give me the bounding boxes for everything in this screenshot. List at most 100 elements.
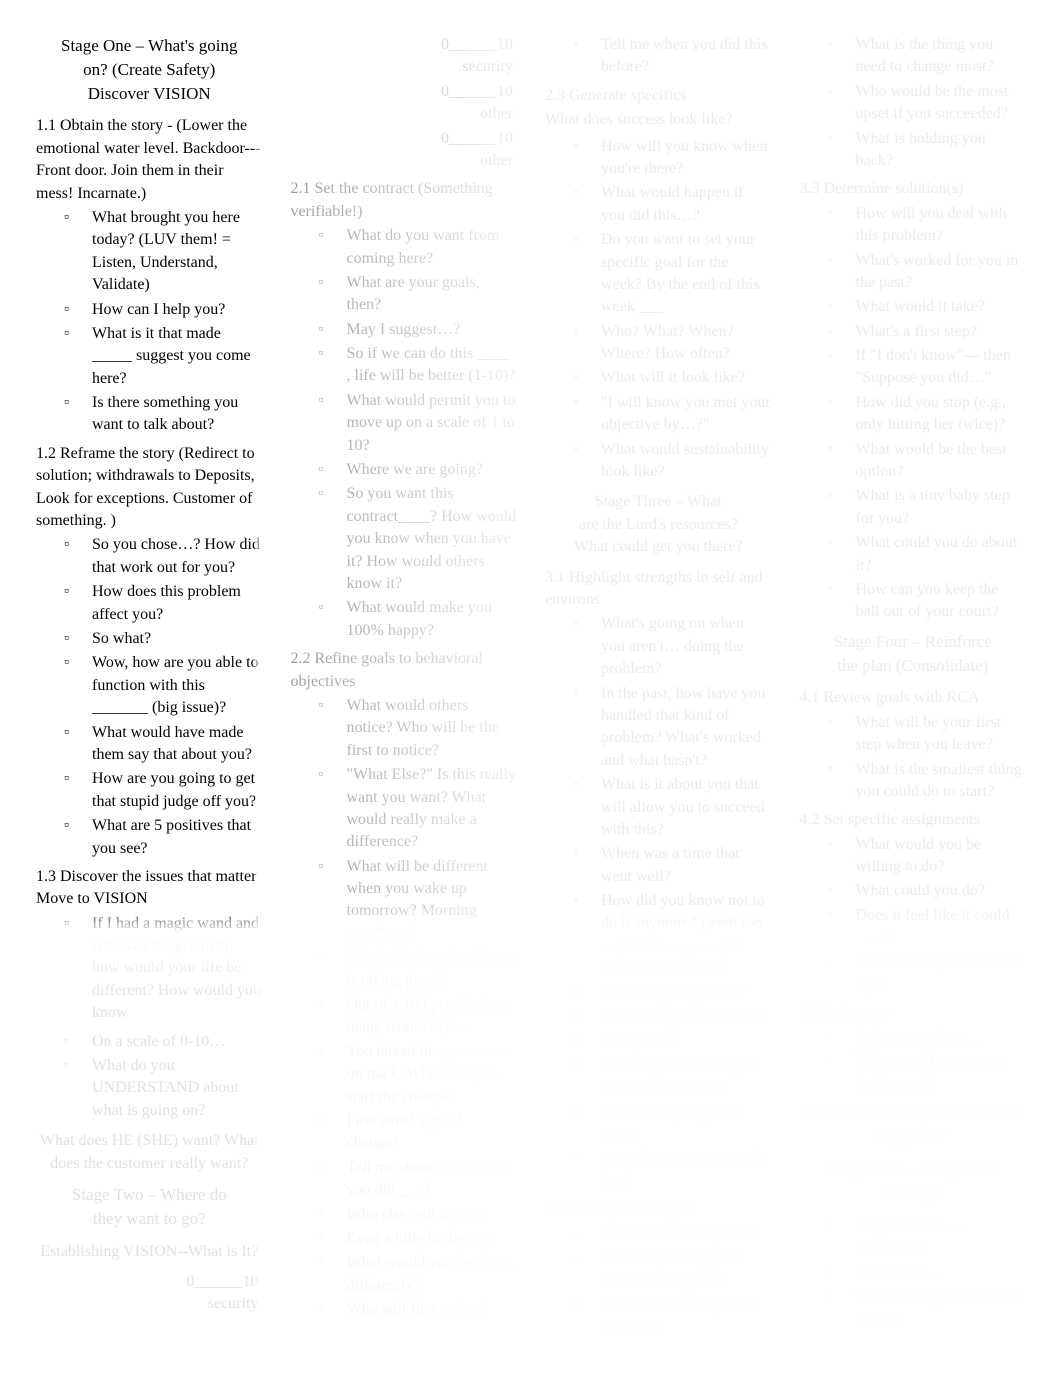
list-item: Who else will notice? <box>317 1204 518 1226</box>
list-item: Where can you go for help? <box>571 1102 772 1147</box>
scale-line: 0______10security <box>291 34 518 79</box>
list-item: May I suggest…? <box>317 319 518 341</box>
list-item: Who might be willing to help you with th… <box>571 1055 772 1100</box>
section-4-3-list: So let me review… When could you report … <box>800 1027 1027 1096</box>
list-item: What would sustainability look like? <box>571 439 772 484</box>
center-question-3: Where has learning HIS resources happene… <box>800 1104 1027 1149</box>
list-item: What are your goals, then? <box>317 272 518 317</box>
list-item: In the past, how have you handled that k… <box>571 683 772 773</box>
center-question-1: What does HE (SHE) want? What does the c… <box>36 1130 263 1175</box>
section-4-1-list: What will be your first step when you le… <box>800 712 1027 804</box>
list-item: What would make you 100% happy? <box>317 597 518 642</box>
list-item: What is it about you that will allow you… <box>571 774 772 841</box>
section-4-2-head: 4.2 Set specific assignments <box>800 809 1027 831</box>
section-1-1-list: What brought you here today? (LUV them! … <box>36 207 263 437</box>
list-item: So you chose…? How did that work out for… <box>62 534 263 579</box>
center-question-2: Stage Three – What are the Lord's resour… <box>545 491 772 558</box>
list-item: Even a little bit better? <box>317 1228 518 1250</box>
list-item: What could be adjusted? <box>571 1224 772 1246</box>
list-item: How can I help you? <box>62 299 263 321</box>
list-item: How did you know not to do it anymore? (… <box>571 890 772 980</box>
list-item: What could you do in the future? <box>826 1286 1027 1331</box>
section-3-1-list: What's going on when you aren't… doing t… <box>545 613 772 1193</box>
list-item: What are you good at? <box>571 982 772 1004</box>
list-item: If I had a magic wand and removed the pr… <box>62 913 263 1025</box>
list-item: What would happen if you did this…? <box>571 182 772 227</box>
list-item: What would others notice? Who will be th… <box>317 695 518 762</box>
list-item: Who? What? When? Where? How often? <box>571 321 772 366</box>
title-line: Stage Two – Where do <box>36 1183 263 1207</box>
list-item: What do you want from coming here? <box>317 225 518 270</box>
list-item: What is it that made _____ suggest you c… <box>62 323 263 390</box>
list-item: What do you UNDERSTAND about what is goi… <box>62 1055 263 1122</box>
title-line: they want to go? <box>36 1207 263 1231</box>
stage-one-title: Stage One – What's going on? (Create Saf… <box>36 34 263 105</box>
list-item: So let me review… <box>826 1027 1027 1049</box>
list-item: Where we are going? <box>317 459 518 481</box>
list-item: What's going on when you aren't… doing t… <box>571 613 772 680</box>
section-4-2-list: What would you be willing to do? What co… <box>800 834 1027 997</box>
section-3-1-head: 3.1 Highlight strengths in self and envi… <box>545 567 772 612</box>
stage-two-title: Stage Two – Where do they want to go? <box>36 1183 263 1231</box>
list-item: On a scale of 0-10… <box>62 1031 263 1053</box>
list-item: Is there something you want to talk abou… <box>62 392 263 437</box>
title-line-1: Stage One – What's going <box>36 34 263 58</box>
section-1-2-list: So you chose…? How did that work out for… <box>36 534 263 859</box>
list-item: Out of a 100 people, how many would say … <box>317 994 518 1039</box>
list-item: What would permit you to move up on a sc… <box>317 390 518 457</box>
list-item: What might keep you from reaching this? <box>571 1248 772 1293</box>
list-item: How did you stop (e.g., only hitting her… <box>826 392 1027 437</box>
stage-two-subtitle: Establishing VISION--What is It? <box>36 1241 263 1263</box>
list-item: You talked like you were on track. When … <box>317 1041 518 1108</box>
list-item: What is holding you back? <box>826 128 1027 173</box>
list-item: What is the smallest thing you could do … <box>826 759 1027 804</box>
list-item: What are 5 positives that you see? <box>62 815 263 860</box>
section-2-2-head: 2.2 Refine goals to behavioral objective… <box>291 648 518 693</box>
list-item: So you want this contract____? How would… <box>317 483 518 595</box>
scale-line: 0______10security <box>36 1271 263 1316</box>
section-2-3-note: What does success look like? <box>545 109 772 131</box>
list-item: What's a first step? <box>826 321 1027 343</box>
list-item: What is the thing you need to change mos… <box>826 34 1027 79</box>
section-3-3-head: 3.3 Determine solution(s) <box>800 178 1027 200</box>
list-item: What would you be willing to do? <box>826 834 1027 879</box>
list-item: If "I don't know"--- then "Suppose you d… <box>826 345 1027 390</box>
title-line-3: Discover VISION <box>36 82 263 106</box>
section-1-3-list-cont: On a scale of 0-10… What do you UNDERSTA… <box>36 1031 263 1123</box>
list-item: Tell me about a time that you did ___? <box>317 1157 518 1202</box>
section-2-1-list: What do you want from coming here? What … <box>291 225 518 642</box>
list-item: What would it take? <box>826 296 1027 318</box>
list-item: So what? <box>62 628 263 650</box>
scale-line: 0______10other <box>291 81 518 126</box>
title-line-2: on? (Create Safety) <box>36 58 263 82</box>
list-item: What brought you here today? (LUV them! … <box>62 207 263 297</box>
list-item: What will be your first step when you le… <box>826 712 1027 757</box>
scale-line: 0______10other <box>291 128 518 173</box>
list-item: How will you know when you're there? <box>571 136 772 181</box>
list-item: What could you do about it? <box>826 532 1027 577</box>
list-item: How will you deal with this problem? <box>826 203 1027 248</box>
section-4-3-head: 4.3 Follow up <box>800 1002 1027 1024</box>
section-1-3-list: If I had a magic wand and removed the pr… <box>36 913 263 1025</box>
section-1-3-head: 1.3 Discover the issues that matter Move… <box>36 866 263 911</box>
list-item: So if we can do this ____ , life will be… <box>317 343 518 388</box>
list-item: What will be different when you wake up … <box>317 856 518 946</box>
list-item: How do you think you do that? <box>571 1148 772 1193</box>
list-item: What would be the best option? <box>826 439 1027 484</box>
section-2-3-list: How will you know when you're there? Wha… <box>545 136 772 484</box>
list-item: "I will know you met your objective by…?… <box>571 392 772 437</box>
list-item: What's worked for you in the past? <box>826 250 1027 295</box>
list-item: Do you want to set your specific goal fo… <box>571 229 772 319</box>
section-1-1-head: 1.1 Obtain the story - (Lower the emotio… <box>36 115 263 205</box>
list-item: How have you done this? <box>571 1006 772 1028</box>
section-4-1-head: 4.1 Review goals with RCA <box>800 687 1027 709</box>
list-item: Suppose that ___ happened? <box>826 1214 1027 1259</box>
list-item: What could you do? <box>826 880 1027 902</box>
document-page: Stage One – What's going on? (Create Saf… <box>0 0 1062 1376</box>
section-2-3-head: 2.3 Generate specifics <box>545 85 772 107</box>
list-item: What would your husband say? <box>826 952 1027 997</box>
list-item: When was a time that went well? <box>571 843 772 888</box>
list-item: Wow, how are you able to function with t… <box>62 652 263 719</box>
list-item: Does it feel like it could work? <box>826 905 1027 950</box>
list-item: When could you report back to me? <box>826 1051 1027 1096</box>
